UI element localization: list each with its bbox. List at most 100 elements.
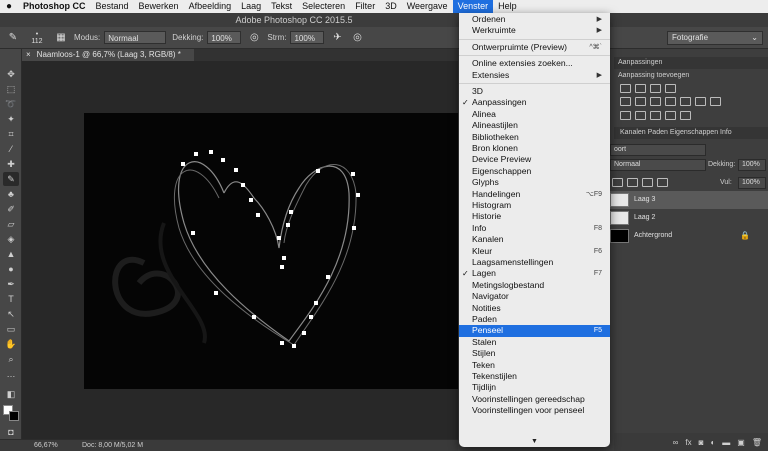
menu-scroll-down-icon[interactable]: ▼: [459, 436, 610, 447]
history-brush-tool-icon[interactable]: ✐: [3, 202, 19, 216]
kind-filter-select[interactable]: oort: [610, 144, 706, 156]
menu-item-notities[interactable]: Notities: [459, 303, 610, 314]
crop-tool-icon[interactable]: ⌗: [3, 127, 19, 141]
flow-field[interactable]: 100%: [290, 31, 325, 44]
link-layers-icon[interactable]: ∞: [673, 438, 679, 447]
menu-item-bibliotheken[interactable]: Bibliotheken: [459, 132, 610, 143]
move-tool-icon[interactable]: ✥: [3, 67, 19, 81]
workspace-select[interactable]: Fotografie ⌄: [667, 31, 763, 45]
curves-icon[interactable]: [650, 84, 661, 93]
menu-item-ordenen[interactable]: Ordenen ▶: [459, 14, 610, 25]
menu-item-lagen[interactable]: ✓ Lagen F7: [459, 268, 610, 279]
menubar-item-bewerken[interactable]: Bewerken: [134, 0, 184, 13]
fill-field[interactable]: 100%: [738, 177, 766, 189]
pressure-opacity-icon[interactable]: ◎: [247, 31, 261, 45]
apple-icon[interactable]: ●: [0, 1, 18, 12]
new-layer-icon[interactable]: ▣: [737, 438, 745, 447]
menu-item-histogram[interactable]: Histogram: [459, 200, 610, 211]
menu-item-ontwerpruimte-preview[interactable]: Ontwerpruimte (Preview) ^⌘`: [459, 42, 610, 53]
menu-item-bron-klonen[interactable]: Bron klonen: [459, 143, 610, 154]
zoom-tool-icon[interactable]: ⌕: [3, 352, 19, 366]
marquee-tool-icon[interactable]: ⬚: [3, 82, 19, 96]
brush-panel-toggle-icon[interactable]: ▦: [54, 31, 68, 45]
menu-item-historie[interactable]: Historie: [459, 211, 610, 222]
airbrush-icon[interactable]: ✈: [330, 31, 344, 45]
threshold-icon[interactable]: [650, 111, 661, 120]
menu-item-teken[interactable]: Teken: [459, 360, 610, 371]
pen-tool-icon[interactable]: ✒: [3, 277, 19, 291]
layer-row[interactable]: Laag 3: [610, 191, 768, 209]
menubar-item-bestand[interactable]: Bestand: [91, 0, 134, 13]
trash-icon[interactable]: 🗑: [752, 438, 762, 447]
photo-filter-icon[interactable]: [680, 97, 691, 106]
opacity-field[interactable]: 100%: [207, 31, 242, 44]
hand-tool-icon[interactable]: ✋: [3, 337, 19, 351]
menubar-item-filter[interactable]: Filter: [350, 0, 380, 13]
menu-item-extensies[interactable]: Extensies ▶: [459, 70, 610, 81]
posterize-icon[interactable]: [635, 111, 646, 120]
lock-pixels-icon[interactable]: [627, 178, 638, 187]
menu-item-aanpassingen[interactable]: ✓ Aanpassingen: [459, 97, 610, 108]
brush-preset-picker[interactable]: • 112: [26, 31, 48, 45]
gradient-map-icon[interactable]: [665, 111, 676, 120]
layer-row[interactable]: Achtergrond 🔒: [610, 227, 768, 245]
close-icon[interactable]: ×: [26, 50, 31, 59]
menu-item-penseel[interactable]: Penseel F5: [459, 325, 610, 337]
rectangle-tool-icon[interactable]: ▭: [3, 322, 19, 336]
eraser-tool-icon[interactable]: ▱: [3, 217, 19, 231]
layer-row[interactable]: Laag 2: [610, 209, 768, 227]
clone-stamp-tool-icon[interactable]: ♣: [3, 187, 19, 201]
blend-mode-select[interactable]: Normaal: [610, 159, 706, 171]
brush-tool-icon[interactable]: ✎: [3, 172, 19, 186]
brush-tool-icon[interactable]: ✎: [6, 31, 20, 45]
more-tools-icon[interactable]: …: [3, 367, 19, 381]
levels-icon[interactable]: [635, 84, 646, 93]
menu-item-werkruimte[interactable]: Werkruimte ▶: [459, 25, 610, 36]
zoom-level[interactable]: 66,67%: [34, 440, 58, 451]
layer-panel-tabs[interactable]: Kanalen Paden Eigenschappen Info: [620, 127, 732, 138]
layer-mask-icon[interactable]: ◙: [699, 438, 704, 447]
document-tab[interactable]: × Naamloos-1 @ 66,7% (Laag 3, RGB/8) *: [22, 49, 194, 61]
quick-select-tool-icon[interactable]: ✦: [3, 112, 19, 126]
menu-item-navigator[interactable]: Navigator: [459, 291, 610, 302]
black-white-icon[interactable]: [665, 97, 676, 106]
path-selection-tool-icon[interactable]: ↖: [3, 307, 19, 321]
menu-item-paden[interactable]: Paden: [459, 314, 610, 325]
menu-item-laagsamenstellingen[interactable]: Laagsamenstellingen: [459, 257, 610, 268]
default-colors-icon[interactable]: ◧: [3, 387, 19, 401]
adjustments-tab[interactable]: Aanpassingen: [618, 57, 662, 68]
menu-item-alineastijlen[interactable]: Alineastijlen: [459, 120, 610, 131]
lock-transparent-icon[interactable]: [612, 178, 623, 187]
menu-item-online-extensies-zoeken[interactable]: Online extensies zoeken...: [459, 58, 610, 69]
menu-item-tekenstijlen[interactable]: Tekenstijlen: [459, 371, 610, 382]
channel-mixer-icon[interactable]: [695, 97, 706, 106]
paint-bucket-tool-icon[interactable]: ◈: [3, 232, 19, 246]
menubar-item-laag[interactable]: Laag: [236, 0, 266, 13]
menubar-item-help[interactable]: Help: [493, 0, 522, 13]
layer-opacity-field[interactable]: 100%: [738, 159, 766, 171]
menu-item-kanalen[interactable]: Kanalen: [459, 234, 610, 245]
menu-item-alinea[interactable]: Alinea: [459, 109, 610, 120]
blur-tool-icon[interactable]: ▲: [3, 247, 19, 261]
dodge-tool-icon[interactable]: ●: [3, 262, 19, 276]
pressure-size-icon[interactable]: ◎: [350, 31, 364, 45]
menu-item-stijlen[interactable]: Stijlen: [459, 348, 610, 359]
menu-item-device-preview[interactable]: Device Preview: [459, 154, 610, 165]
menu-item-tijdlijn[interactable]: Tijdlijn: [459, 382, 610, 393]
lasso-tool-icon[interactable]: ➰: [3, 97, 19, 111]
lock-position-icon[interactable]: [642, 178, 653, 187]
menu-item-kleur[interactable]: Kleur F6: [459, 246, 610, 257]
vibrance-icon[interactable]: [620, 97, 631, 106]
menu-item-metingslogbestand[interactable]: Metingslogbestand: [459, 280, 610, 291]
hue-saturation-icon[interactable]: [635, 97, 646, 106]
adjustment-layer-icon[interactable]: ◐: [710, 438, 715, 447]
menubar-item-tekst[interactable]: Tekst: [266, 0, 297, 13]
mode-select[interactable]: Normaal: [104, 31, 167, 44]
menubar-item-3d[interactable]: 3D: [380, 0, 402, 13]
menu-item-stalen[interactable]: Stalen: [459, 337, 610, 348]
exposure-icon[interactable]: [665, 84, 676, 93]
eyedropper-tool-icon[interactable]: ⁄: [3, 142, 19, 156]
document-workspace[interactable]: [22, 61, 458, 439]
color-balance-icon[interactable]: [650, 97, 661, 106]
lock-all-icon[interactable]: [657, 178, 668, 187]
